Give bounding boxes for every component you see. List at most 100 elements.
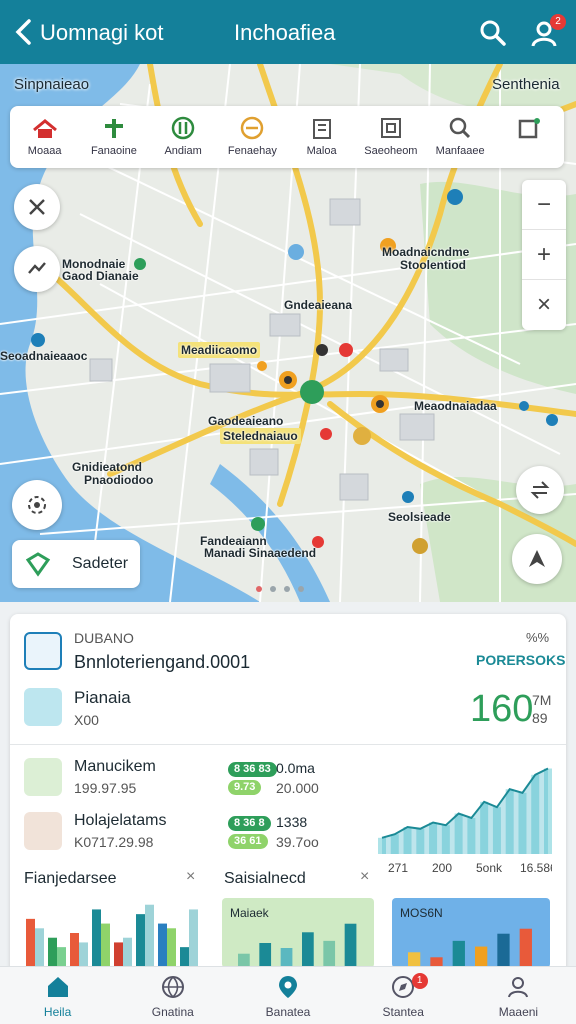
map-label[interactable]: Gnidieatond: [72, 460, 142, 474]
building-icon: [24, 812, 62, 850]
zoom-out-button[interactable]: −: [522, 180, 566, 230]
pager-dot[interactable]: [256, 586, 262, 592]
nav-item-maaeni[interactable]: Maaeni: [461, 967, 576, 1024]
area-chart: 271 200 5onk 16.586: [378, 767, 552, 875]
category-andiam[interactable]: Andiam: [149, 106, 218, 168]
zoom-in-button[interactable]: +: [522, 230, 566, 280]
poi-subtitle: X00: [74, 712, 99, 728]
pager-dot[interactable]: [284, 586, 290, 592]
search-icon[interactable]: [478, 18, 508, 48]
category-saeoheom[interactable]: Saeoheom: [356, 106, 425, 168]
nav-item-stantea[interactable]: Stantea 1: [346, 967, 461, 1024]
bar: [189, 909, 198, 966]
nav-label: Stantea: [382, 1004, 424, 1019]
map-label[interactable]: Stelednaiauo: [220, 428, 301, 444]
row-right-value: 1338: [276, 814, 308, 830]
divider: [10, 744, 566, 745]
landmark-icon: [24, 688, 62, 726]
map-label[interactable]: Gndeaieana: [284, 298, 352, 312]
map-view[interactable]: Sinpnaieao Senthenia Monodnaie Gaod Dian…: [0, 64, 576, 602]
x-tick-label: 271: [388, 861, 408, 875]
close-section-left-icon[interactable]: ×: [186, 868, 195, 886]
bar: [48, 937, 57, 966]
category-label: Andiam: [164, 145, 202, 157]
locate-me-button[interactable]: [12, 480, 62, 530]
bar: [497, 933, 510, 968]
category-maloa[interactable]: Maloa: [287, 106, 356, 168]
back-arrow-icon[interactable]: [12, 18, 36, 46]
map-legend-chip[interactable]: Sadeter: [12, 540, 140, 588]
frame-icon: [380, 118, 401, 138]
nav-item-gnatina[interactable]: Gnatina: [115, 967, 230, 1024]
map-label[interactable]: Gaod Dianaie: [62, 269, 139, 283]
directions-button[interactable]: [14, 246, 60, 292]
zoom-controls: − + ×: [522, 180, 566, 330]
bar: [101, 923, 110, 966]
big-metric-value: 160: [470, 688, 534, 730]
map-pager: [256, 586, 304, 592]
row-title: Manucikem: [74, 758, 156, 775]
category-moaaa[interactable]: Moaaa: [10, 106, 79, 168]
bar: [259, 943, 272, 968]
route-icon: [24, 758, 62, 796]
bar: [57, 947, 66, 966]
category-fenaehay[interactable]: Fenaehay: [218, 106, 287, 168]
circle-dash-icon: [241, 116, 264, 140]
row-pill: 8 36 8: [228, 816, 271, 831]
row-pill: 8 36 83: [228, 762, 277, 777]
nav-label: Gnatina: [151, 1004, 194, 1019]
search-icon: [449, 117, 471, 139]
nav-item-banatea[interactable]: Banatea: [230, 967, 345, 1024]
x-tick-label: 5onk: [476, 861, 503, 875]
map-label[interactable]: Stoolentiod: [400, 258, 466, 272]
map-label[interactable]: Pnaodiodoo: [84, 473, 153, 487]
navigation-arrow-icon: [529, 550, 545, 567]
map-region-label-west: Sinpnaieao: [14, 76, 90, 93]
map-label[interactable]: Moadnaicndme: [382, 245, 469, 259]
section-title-right: Saisialnecd: [224, 870, 306, 887]
row-right-sub: 39.7oo: [276, 834, 319, 850]
big-metric-sub: 89: [532, 710, 548, 726]
map-thumbnail-icon: [24, 632, 62, 670]
map-label[interactable]: Seolsieade: [388, 510, 451, 524]
bar: [79, 942, 88, 966]
pager-dot[interactable]: [270, 586, 276, 592]
close-icon[interactable]: ×: [522, 280, 566, 330]
mini-bar-chart: [238, 923, 357, 968]
big-metric-unit: 7M: [532, 692, 552, 708]
map-label[interactable]: Meadiicaomo: [178, 342, 261, 358]
category-label: Fanaoine: [90, 145, 137, 157]
notification-badge: 2: [550, 14, 566, 30]
nav-label: Maaeni: [498, 1004, 539, 1019]
category-add[interactable]: [495, 106, 564, 168]
bar: [145, 904, 154, 966]
category-label: Fenaehay: [227, 145, 277, 157]
page-title: Inchoafiea: [234, 20, 336, 45]
bar: [70, 933, 79, 966]
bar: [180, 947, 189, 966]
bar: [123, 937, 132, 966]
home-icon: [47, 976, 68, 997]
close-route-button[interactable]: [14, 184, 60, 230]
add-square-icon: [519, 118, 541, 139]
navigate-button[interactable]: [512, 534, 562, 584]
row-right-sub: 20.000: [276, 780, 319, 796]
map-label[interactable]: Gaodeaieano: [208, 414, 283, 428]
bottom-navigation: Heila Gnatina Banatea Stantea 1 Maaeni: [0, 966, 576, 1024]
map-label[interactable]: Seoadnaieaaoc: [0, 349, 87, 363]
close-section-right-icon[interactable]: ×: [360, 868, 369, 886]
mini-chart-panel: Maiaek: [222, 898, 374, 968]
map-label[interactable]: Manadi Sinaaedend: [204, 546, 316, 560]
category-label: Saeoheom: [364, 145, 418, 157]
grouped-bar-chart: [26, 904, 198, 966]
category-fanaoine[interactable]: Fanaoine: [79, 106, 148, 168]
nav-item-heila[interactable]: Heila: [0, 967, 115, 1024]
back-label[interactable]: Uomnagi kot: [40, 20, 164, 46]
category-manfaaee[interactable]: Manfaaee: [426, 106, 495, 168]
map-label[interactable]: Meaodnaiadaa: [414, 399, 497, 413]
pager-dot[interactable]: [298, 586, 304, 592]
app-header: Uomnagi kot Inchoafiea 2: [0, 0, 576, 64]
home-icon: [32, 119, 57, 138]
layers-button[interactable]: [516, 466, 564, 514]
swap-icon: [530, 481, 550, 499]
